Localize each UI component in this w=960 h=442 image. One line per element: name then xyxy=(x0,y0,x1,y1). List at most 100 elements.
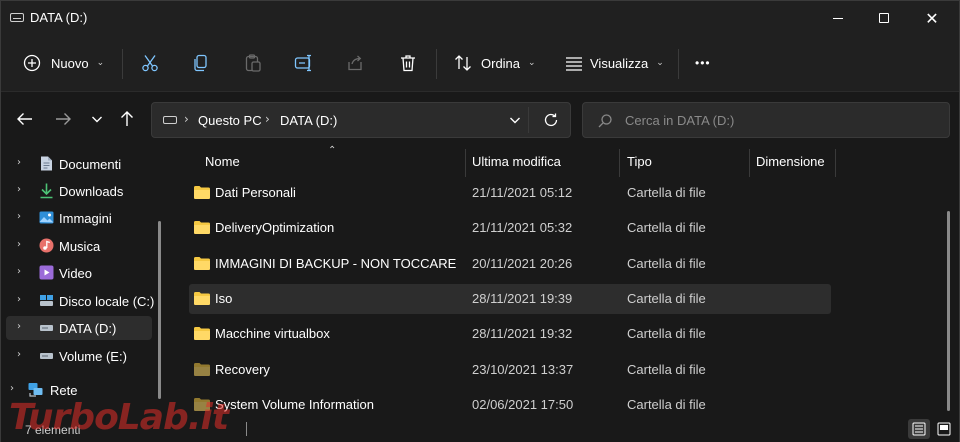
file-type: Cartella di file xyxy=(627,362,706,377)
view-button[interactable]: Visualizza ⌄ xyxy=(564,47,664,79)
expand-arrow-icon[interactable]: › xyxy=(10,383,14,394)
folder-icon xyxy=(194,363,210,376)
download-icon xyxy=(38,182,55,199)
maximize-button[interactable] xyxy=(861,1,907,35)
arrow-right-icon xyxy=(54,110,72,128)
sidebar-scrollbar[interactable] xyxy=(158,221,161,399)
breadcrumb-data-drive[interactable]: DATA (D:) xyxy=(280,113,337,128)
delete-button[interactable] xyxy=(398,47,418,79)
sidebar-item-downloads[interactable]: › Downloads xyxy=(6,179,152,203)
details-view-button[interactable] xyxy=(908,419,930,439)
file-modified: 23/10/2021 13:37 xyxy=(472,362,573,377)
sidebar-item-label: Downloads xyxy=(59,184,123,199)
share-button[interactable] xyxy=(345,47,365,79)
chevron-down-icon xyxy=(508,113,522,127)
file-modified: 21/11/2021 05:32 xyxy=(472,220,572,235)
drive-icon xyxy=(38,347,55,364)
details-view-icon xyxy=(912,422,926,436)
expand-arrow-icon[interactable]: › xyxy=(17,157,21,168)
sidebar-item-data-d[interactable]: › DATA (D:) xyxy=(6,316,152,340)
rename-icon xyxy=(294,53,314,73)
expand-arrow-icon[interactable]: › xyxy=(17,184,21,195)
chevron-down-icon: ⌄ xyxy=(528,58,536,68)
more-options-button[interactable]: ••• xyxy=(695,47,711,79)
sidebar-item-immagini[interactable]: › Immagini xyxy=(6,206,152,230)
sidebar-item-label: Musica xyxy=(59,239,100,254)
drive-icon xyxy=(38,292,55,309)
expand-arrow-icon[interactable]: › xyxy=(17,211,21,222)
chevron-down-icon: ⌄ xyxy=(97,58,105,68)
breadcrumb-separator: › xyxy=(265,112,270,126)
toolbar-divider xyxy=(436,49,437,79)
navigation-row: › Questo PC › DATA (D:) Cerca in DATA (D… xyxy=(1,93,959,145)
refresh-button[interactable] xyxy=(543,112,559,131)
chevron-down-icon xyxy=(90,112,104,126)
new-label: Nuovo xyxy=(51,56,89,71)
file-row[interactable]: DeliveryOptimization 21/11/2021 05:32 Ca… xyxy=(189,213,831,243)
sidebar-item-musica[interactable]: › Musica xyxy=(6,234,152,258)
forward-button[interactable] xyxy=(51,107,75,131)
file-name: Iso xyxy=(215,291,232,306)
file-row[interactable]: System Volume Information 02/06/2021 17:… xyxy=(189,390,831,420)
up-button[interactable] xyxy=(115,107,139,131)
file-row[interactable]: Dati Personali 21/11/2021 05:12 Cartella… xyxy=(189,178,831,208)
title-bar[interactable]: DATA (D:) ✕ xyxy=(1,1,959,35)
document-icon xyxy=(38,155,55,172)
cut-button[interactable] xyxy=(140,47,160,79)
paste-button[interactable] xyxy=(243,47,263,79)
close-button[interactable]: ✕ xyxy=(909,1,955,35)
expand-arrow-icon[interactable]: › xyxy=(17,239,21,250)
search-icon xyxy=(597,113,613,132)
sidebar-item-label: Disco locale (C:) xyxy=(59,294,154,309)
sidebar-item-disco-locale-c[interactable]: › Disco locale (C:) xyxy=(6,289,152,313)
file-name: IMMAGINI DI BACKUP - NON TOCCARE xyxy=(215,256,456,271)
paste-icon xyxy=(243,53,263,73)
sidebar-item-video[interactable]: › Video xyxy=(6,261,152,285)
file-type: Cartella di file xyxy=(627,220,706,235)
expand-arrow-icon[interactable]: › xyxy=(17,349,21,360)
column-divider[interactable] xyxy=(619,149,620,177)
file-row[interactable]: IMMAGINI DI BACKUP - NON TOCCARE 20/11/2… xyxy=(189,249,831,279)
sidebar-item-volume-e[interactable]: › Volume (E:) xyxy=(6,344,152,368)
folder-icon xyxy=(194,221,210,234)
new-button[interactable]: Nuovo ⌄ xyxy=(23,47,104,79)
recent-locations-button[interactable] xyxy=(85,107,109,131)
address-history-button[interactable] xyxy=(508,113,522,130)
expand-arrow-icon[interactable]: › xyxy=(17,294,21,305)
file-list-scrollbar[interactable] xyxy=(947,211,950,411)
file-row[interactable]: Iso 28/11/2021 19:39 Cartella di file xyxy=(189,284,831,314)
expand-arrow-icon[interactable]: › xyxy=(17,266,21,277)
column-header-size[interactable]: Dimensione xyxy=(756,154,825,169)
tiles-view-button[interactable] xyxy=(933,419,955,439)
rename-button[interactable] xyxy=(294,47,314,79)
back-button[interactable] xyxy=(13,107,37,131)
sort-button[interactable]: Ordina ⌄ xyxy=(453,47,536,79)
search-input[interactable]: Cerca in DATA (D:) xyxy=(625,113,734,128)
breadcrumb-this-pc[interactable]: Questo PC xyxy=(198,113,262,128)
trash-icon xyxy=(398,53,418,73)
minimize-button[interactable] xyxy=(815,1,861,35)
column-divider[interactable] xyxy=(749,149,750,177)
column-header-type[interactable]: Tipo xyxy=(627,154,652,169)
sidebar-item-documenti[interactable]: › Documenti xyxy=(6,152,152,176)
folder-icon xyxy=(194,257,210,270)
file-modified: 28/11/2021 19:32 xyxy=(472,326,572,341)
minimize-icon xyxy=(833,18,843,19)
address-bar[interactable]: › Questo PC › DATA (D:) xyxy=(151,102,571,138)
file-name: Recovery xyxy=(215,362,270,377)
file-type: Cartella di file xyxy=(627,326,706,341)
column-header-modified[interactable]: Ultima modifica xyxy=(472,154,561,169)
column-divider[interactable] xyxy=(835,149,836,177)
expand-arrow-icon[interactable]: › xyxy=(17,321,21,332)
folder-icon xyxy=(194,292,210,305)
file-type: Cartella di file xyxy=(627,185,706,200)
search-box[interactable]: Cerca in DATA (D:) xyxy=(582,102,950,138)
file-row[interactable]: Recovery 23/10/2021 13:37 Cartella di fi… xyxy=(189,355,831,385)
window-title: DATA (D:) xyxy=(30,10,87,25)
column-header-name[interactable]: Nome xyxy=(205,154,240,169)
file-modified: 20/11/2021 20:26 xyxy=(472,256,572,271)
file-row[interactable]: Macchine virtualbox 28/11/2021 19:32 Car… xyxy=(189,319,831,349)
copy-button[interactable] xyxy=(191,47,211,79)
column-divider[interactable] xyxy=(465,149,466,177)
file-name: Macchine virtualbox xyxy=(215,326,330,341)
